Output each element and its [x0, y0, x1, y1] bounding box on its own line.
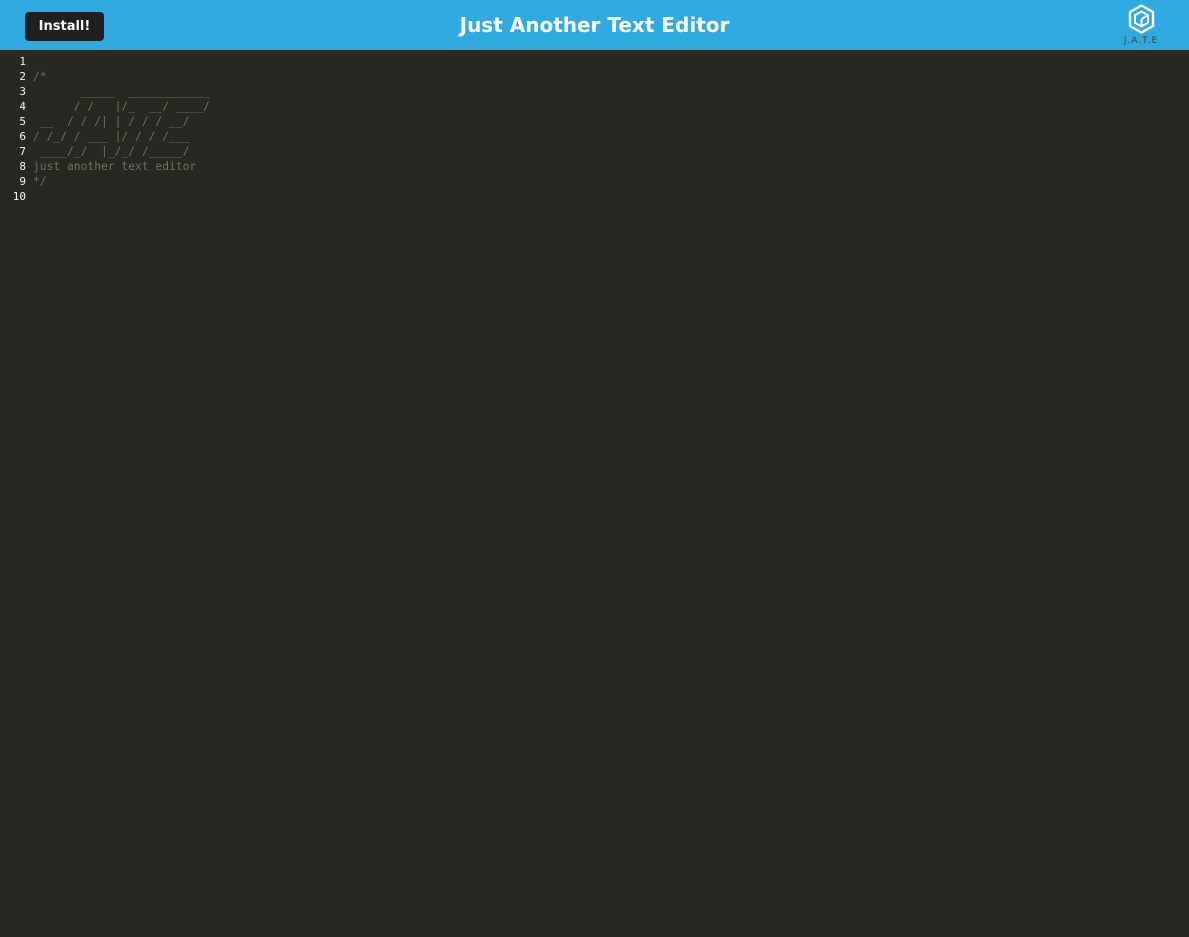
line-number: 3	[19, 85, 26, 98]
code-line[interactable]	[33, 54, 1189, 69]
code-line[interactable]	[33, 189, 1189, 204]
line-number: 10	[12, 190, 26, 203]
line-number: 1	[19, 55, 26, 68]
code-line[interactable]: / /_/ / ___ |/ / / /___	[33, 129, 1189, 144]
line-number: 7	[19, 145, 26, 158]
code-line[interactable]: _____ ____________	[33, 84, 1189, 99]
code-line[interactable]: /*	[33, 69, 1189, 84]
line-number-gutter: 1 2 3 4 5 6 7 8 9 10	[0, 54, 28, 204]
line-number: 8	[19, 160, 26, 173]
line-number: 4	[19, 100, 26, 113]
app-title: Just Another Text Editor	[459, 13, 730, 37]
code-line[interactable]: just another text editor	[33, 159, 1189, 174]
navbar: Install! Just Another Text Editor J.A.T.…	[0, 0, 1189, 50]
logo: J.A.T.E	[1118, 4, 1164, 48]
line-number: 9	[19, 175, 26, 188]
line-number: 5	[19, 115, 26, 128]
code-editor[interactable]: 1 2 3 4 5 6 7 8 9 10 /* _____ __________…	[0, 50, 1189, 937]
code-line[interactable]: */	[33, 174, 1189, 189]
line-number: 2	[19, 70, 26, 83]
install-button[interactable]: Install!	[25, 12, 104, 41]
code-content[interactable]: /* _____ ____________ / / |/_ __/ ____/ …	[33, 54, 1189, 204]
logo-text: J.A.T.E	[1123, 36, 1159, 46]
jate-logo-icon	[1128, 4, 1155, 34]
code-line[interactable]: / / |/_ __/ ____/	[33, 99, 1189, 114]
line-number: 6	[19, 130, 26, 143]
code-line[interactable]: ____/_/ |_/_/ /_____/	[33, 144, 1189, 159]
code-line[interactable]: __ / / /| | / / / __/	[33, 114, 1189, 129]
